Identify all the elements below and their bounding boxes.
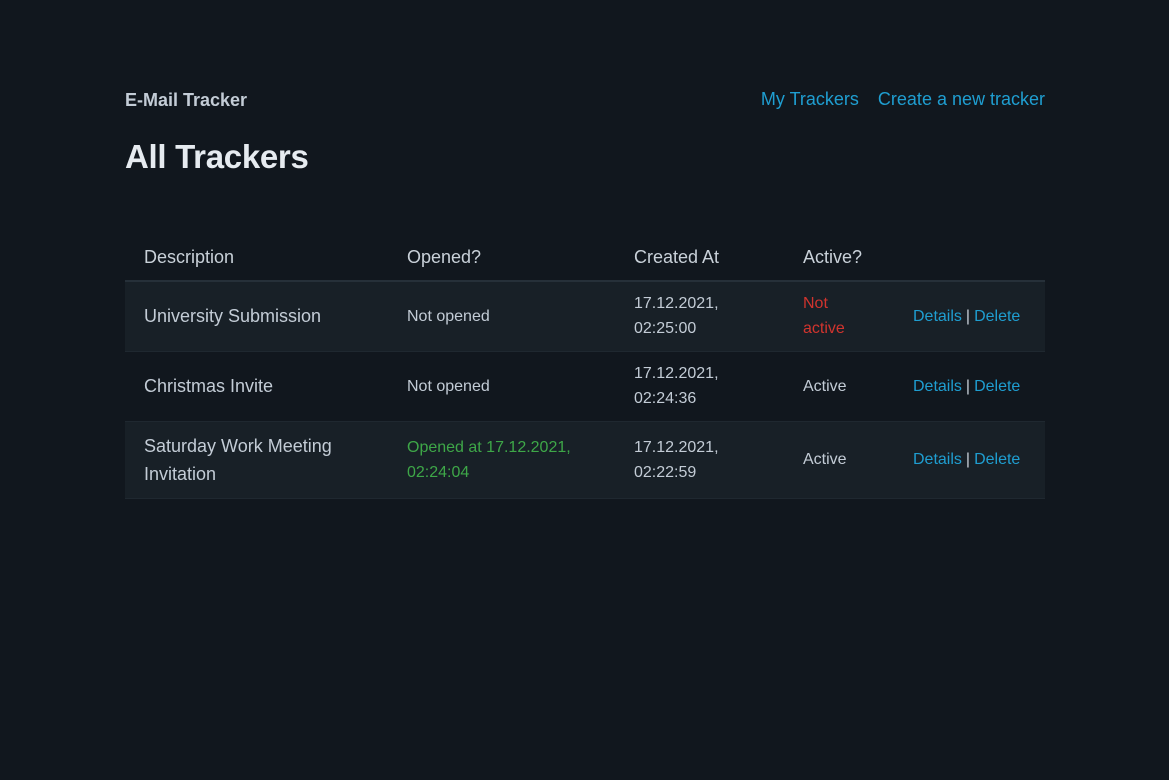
row-opened: Opened at 17.12.2021, 02:24:04: [388, 421, 615, 499]
row-created-time: 02:22:59: [634, 463, 697, 481]
row-actions: Details | Delete: [894, 281, 1045, 352]
row-description: Christmas Invite: [125, 351, 388, 422]
delete-link[interactable]: Delete: [974, 378, 1020, 395]
delete-link[interactable]: Delete: [974, 308, 1020, 325]
row-opened: Not opened: [388, 281, 615, 352]
header-created-at: Created At: [615, 234, 784, 282]
row-created-at: 17.12.2021, 02:25:00: [615, 281, 784, 352]
row-actions: Details | Delete: [894, 421, 1045, 499]
row-created-date: 17.12.2021,: [634, 295, 719, 313]
header-description: Description: [125, 234, 388, 282]
details-link[interactable]: Details: [913, 451, 962, 468]
row-opened-line2: 02:24:04: [407, 463, 470, 481]
row-created-date: 17.12.2021,: [634, 438, 719, 456]
table-header-row: Description Opened? Created At Active?: [125, 234, 1045, 282]
row-opened: Not opened: [388, 351, 615, 422]
action-separator: |: [965, 377, 971, 395]
row-description-line2: Invitation: [144, 463, 217, 484]
row-description-line1: Saturday Work Meeting: [144, 435, 332, 456]
action-separator: |: [965, 307, 971, 325]
header-actions: [894, 234, 1045, 282]
row-created-date: 17.12.2021,: [634, 365, 719, 382]
delete-link[interactable]: Delete: [974, 451, 1020, 468]
row-description: Saturday Work Meeting Invitation: [125, 421, 388, 499]
row-opened-line1: Opened at 17.12.2021,: [407, 438, 571, 456]
header-active: Active?: [784, 234, 894, 282]
row-active-status: Not active: [784, 281, 894, 352]
table-row: Saturday Work Meeting Invitation Opened …: [125, 421, 1045, 499]
row-created-time: 02:25:00: [634, 320, 697, 338]
row-actions: Details | Delete: [894, 351, 1045, 422]
row-active-line1: Not: [803, 295, 828, 313]
nav-links: My Trackers Create a new tracker: [761, 89, 1045, 110]
header-opened: Opened?: [388, 234, 615, 282]
row-description: University Submission: [125, 281, 388, 352]
row-created-at: 17.12.2021, 02:22:59: [615, 421, 784, 499]
page-title: All Trackers: [125, 138, 309, 175]
action-separator: |: [965, 451, 971, 468]
trackers-table: Description Opened? Created At Active? U…: [125, 234, 1045, 499]
table-row: University Submission Not opened 17.12.2…: [125, 281, 1045, 352]
row-active-status: Active: [784, 351, 894, 422]
details-link[interactable]: Details: [913, 308, 962, 325]
row-created-time: 02:24:36: [634, 390, 697, 407]
navbar: E-Mail Tracker My Trackers Create a new …: [125, 86, 1045, 116]
table-row: Christmas Invite Not opened 17.12.2021, …: [125, 351, 1045, 422]
row-created-at: 17.12.2021, 02:24:36: [615, 351, 784, 422]
row-active-status: Active: [784, 421, 894, 499]
details-link[interactable]: Details: [913, 378, 962, 395]
nav-link-create-tracker[interactable]: Create a new tracker: [878, 89, 1045, 110]
nav-link-my-trackers[interactable]: My Trackers: [761, 89, 859, 110]
row-active-line2: active: [803, 320, 845, 338]
brand-logo-text[interactable]: E-Mail Tracker: [125, 90, 247, 111]
